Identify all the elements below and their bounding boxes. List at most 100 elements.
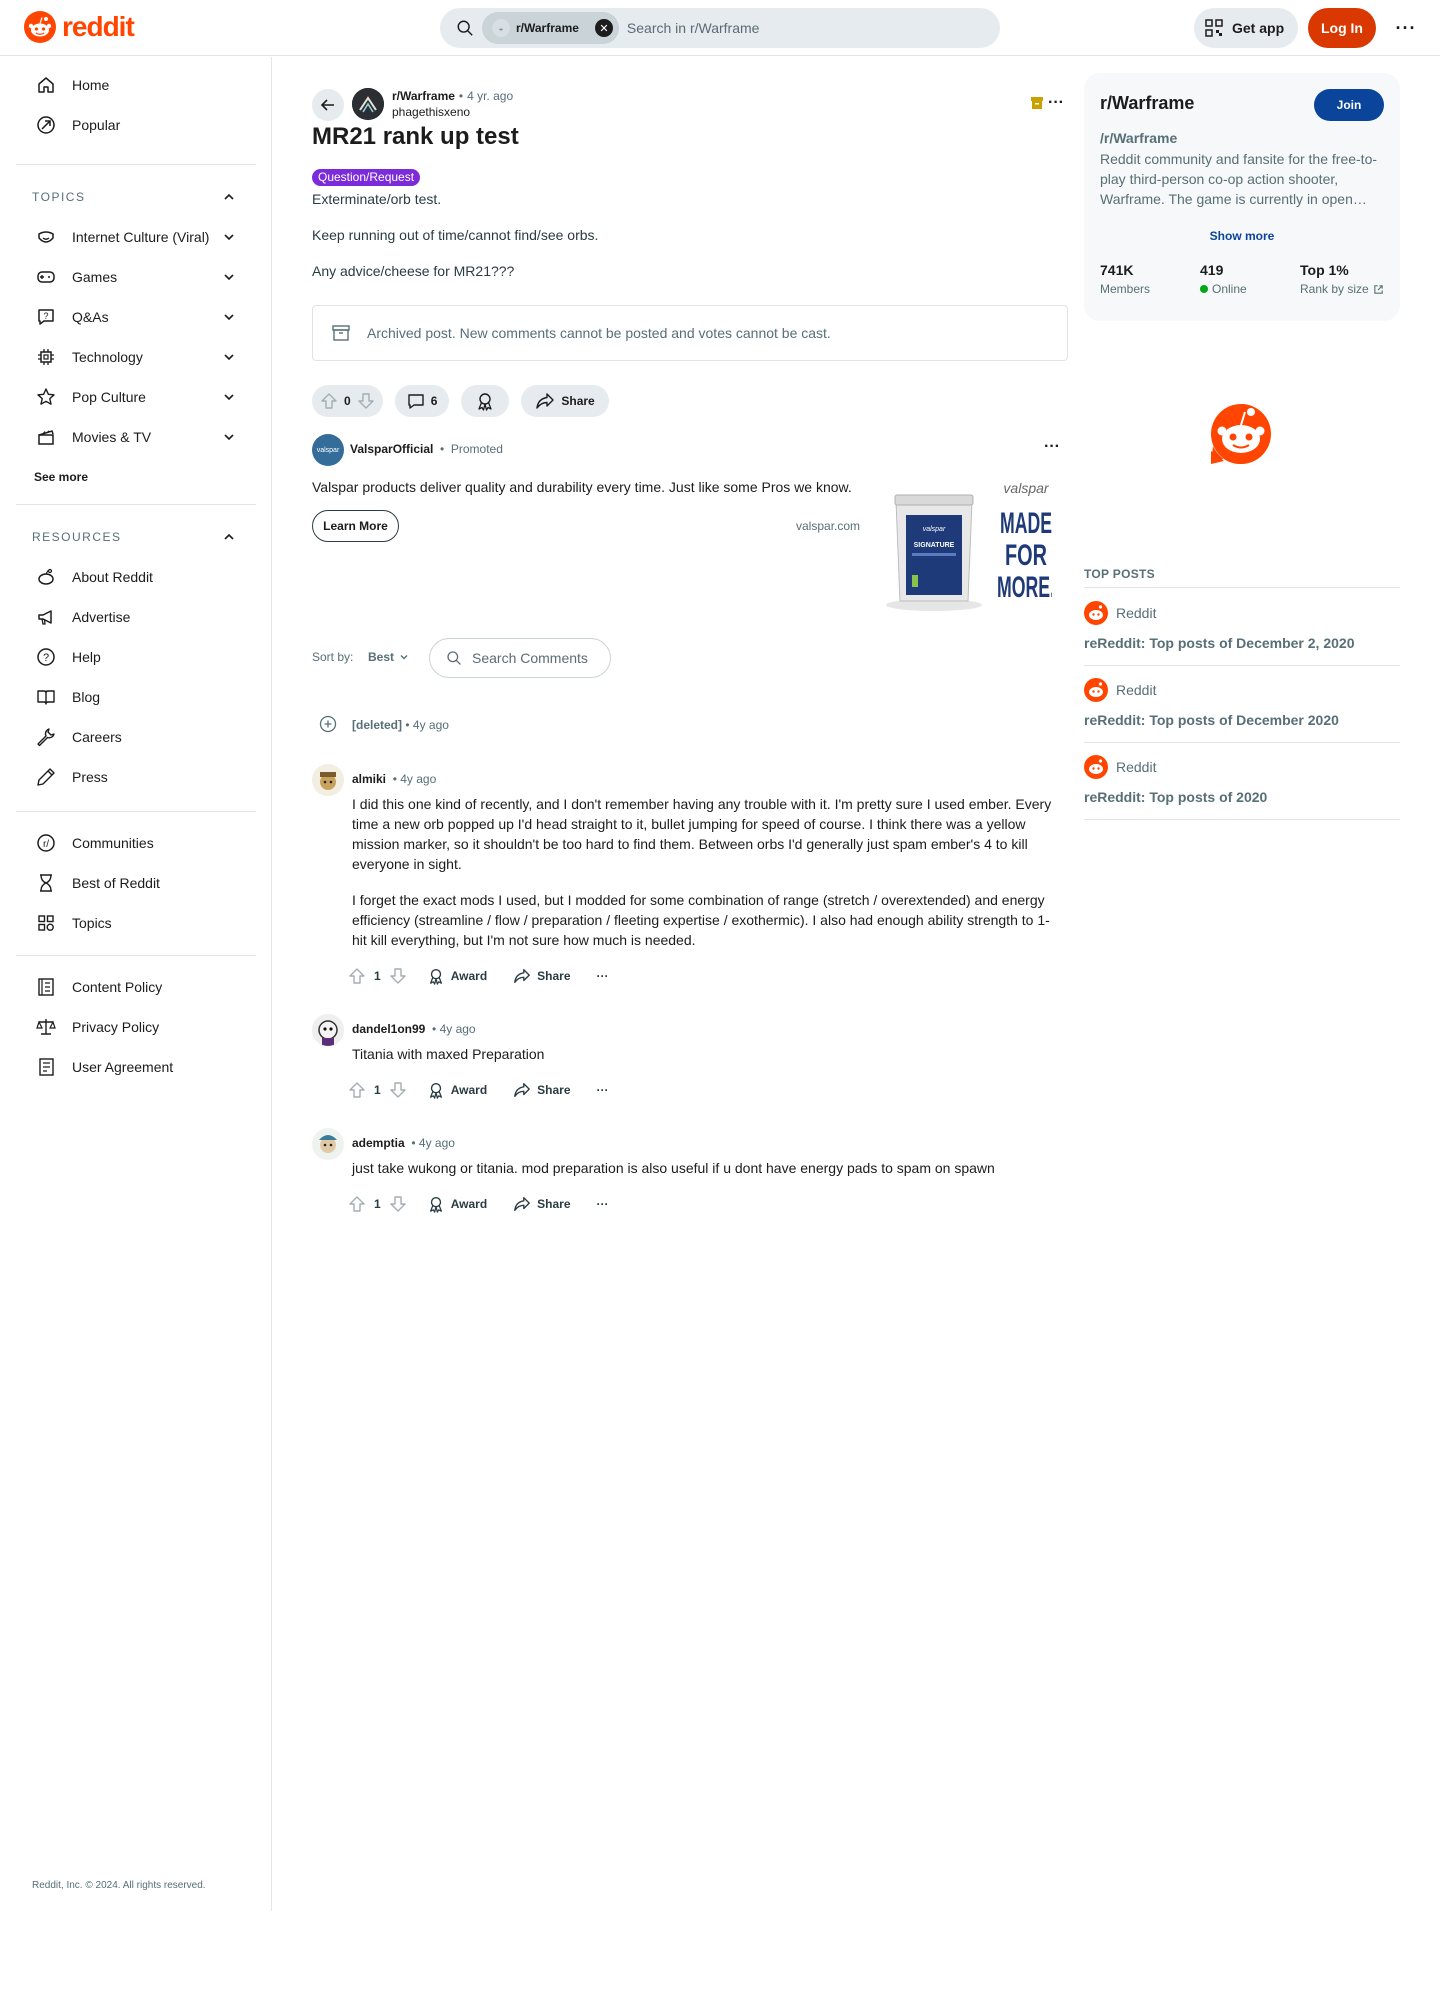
- search-bar[interactable]: ◒ r/Warframe ✕ Search in r/Warframe: [440, 8, 1000, 48]
- megaphone-icon: [38, 610, 52, 625]
- sidebar-item-games[interactable]: Games: [16, 257, 256, 297]
- sidebar-item-movies-tv[interactable]: Movies & TV: [16, 417, 256, 457]
- sidebar-item-label: Home: [72, 77, 110, 93]
- subreddit-link[interactable]: r/Warframe: [392, 89, 455, 103]
- sidebar-item-topics[interactable]: Topics: [16, 903, 256, 943]
- share-button[interactable]: Share: [513, 1081, 571, 1099]
- sidebar-item-popular[interactable]: Popular: [16, 105, 256, 145]
- sidebar-item-label: Technology: [72, 349, 143, 365]
- sidebar-divider: [16, 504, 256, 505]
- search-scope-chip[interactable]: ◒ r/Warframe ✕: [482, 12, 619, 44]
- clear-scope-icon[interactable]: ✕: [594, 19, 613, 37]
- user-avatar-icon: [312, 764, 344, 796]
- ad-more-options-icon[interactable]: ···: [1044, 438, 1060, 456]
- avatar[interactable]: [312, 764, 344, 796]
- get-app-button[interactable]: Get app: [1194, 8, 1299, 48]
- topics-section-toggle[interactable]: TOPICS: [16, 177, 256, 217]
- post-title: MR21 rank up test: [312, 123, 519, 150]
- award-button[interactable]: [461, 385, 510, 417]
- see-more-topics-button[interactable]: See more: [34, 470, 88, 484]
- comment-more-options-icon[interactable]: ···: [597, 969, 609, 983]
- sidebar-item-communities[interactable]: r/ Communities: [16, 823, 256, 863]
- sidebar-item-privacy-policy[interactable]: Privacy Policy: [16, 1007, 256, 1047]
- sidebar-item-user-agreement[interactable]: User Agreement: [16, 1047, 256, 1087]
- sidebar-item-press[interactable]: Press: [16, 757, 256, 797]
- resources-section-toggle[interactable]: RESOURCES: [16, 517, 256, 557]
- comment-more-options-icon[interactable]: ···: [597, 1083, 609, 1097]
- top-post-title[interactable]: reReddit: Top posts of December 2020: [1084, 712, 1400, 728]
- chevron-down-icon: [224, 394, 234, 401]
- log-in-button[interactable]: Log In: [1308, 8, 1376, 48]
- top-post-item[interactable]: Reddit reReddit: Top posts of December 2…: [1084, 678, 1400, 728]
- deleted-comment: [deleted] • 4y ago: [352, 718, 449, 732]
- sort-dropdown[interactable]: Best: [368, 650, 410, 664]
- avatar[interactable]: [312, 1128, 344, 1160]
- share-button[interactable]: Share: [521, 385, 609, 417]
- top-post-source: Reddit: [1116, 682, 1157, 698]
- top-post-title[interactable]: reReddit: Top posts of 2020: [1084, 789, 1400, 805]
- sidebar-item-careers[interactable]: Careers: [16, 717, 256, 757]
- subreddit-card-title[interactable]: r/Warframe: [1100, 93, 1194, 114]
- sidebar-item-blog[interactable]: Blog: [16, 677, 256, 717]
- sidebar-item-internet-culture[interactable]: Internet Culture (Viral): [16, 217, 256, 257]
- subreddit-avatar[interactable]: [352, 88, 384, 120]
- award-button[interactable]: Award: [427, 1195, 487, 1213]
- upvote-icon[interactable]: [348, 967, 366, 985]
- search-comments-input[interactable]: Search Comments: [429, 638, 611, 678]
- downvote-icon[interactable]: [389, 1081, 407, 1099]
- top-post-item[interactable]: Reddit reReddit: Top posts of December 2…: [1084, 601, 1400, 651]
- rank-stat[interactable]: Top 1% Rank by size: [1300, 262, 1384, 296]
- join-button[interactable]: Join: [1314, 89, 1384, 121]
- sidebar-item-qas[interactable]: ? Q&As: [16, 297, 256, 337]
- ad-image[interactable]: valspar SIGNATURE valspar MADE FOR MORE.: [876, 481, 1052, 613]
- award-button[interactable]: Award: [427, 967, 487, 985]
- post-more-options-icon[interactable]: ···: [1048, 94, 1064, 112]
- comment-actions: 1 Award Share ···: [348, 1080, 635, 1100]
- award-button[interactable]: Award: [427, 1081, 487, 1099]
- more-options-icon[interactable]: ···: [1386, 8, 1426, 48]
- avatar[interactable]: [312, 1014, 344, 1046]
- expand-thread-icon[interactable]: [318, 714, 338, 734]
- stat-label: Online: [1212, 282, 1247, 296]
- learn-more-button[interactable]: Learn More: [312, 510, 399, 542]
- comment-author[interactable]: almiki: [352, 772, 386, 786]
- comment-paragraph: I forget the exact mods I used, but I mo…: [352, 892, 1050, 948]
- share-button[interactable]: Share: [513, 1195, 571, 1213]
- downvote-icon[interactable]: [389, 967, 407, 985]
- ad-domain[interactable]: valspar.com: [796, 519, 860, 533]
- sidebar-item-advertise[interactable]: Advertise: [16, 597, 256, 637]
- post-flair[interactable]: Question/Request: [312, 169, 421, 186]
- post-author[interactable]: phagethisxeno: [392, 105, 470, 119]
- back-button[interactable]: [312, 89, 344, 121]
- ad-slogan-line: MADE: [1000, 507, 1052, 540]
- sidebar-item-label: User Agreement: [72, 1059, 174, 1075]
- sidebar-item-home[interactable]: Home: [16, 65, 256, 105]
- advertiser-name[interactable]: ValsparOfficial: [350, 442, 433, 456]
- top-post-source: Reddit: [1116, 605, 1157, 621]
- archived-notice-text: Archived post. New comments cannot be po…: [367, 325, 831, 341]
- advertiser-avatar[interactable]: valspar: [312, 434, 344, 466]
- search-input[interactable]: Search in r/Warframe: [627, 20, 760, 36]
- upvote-icon[interactable]: [348, 1195, 366, 1213]
- upvote-icon[interactable]: [348, 1081, 366, 1099]
- upvote-icon[interactable]: [320, 392, 338, 410]
- top-post-title[interactable]: reReddit: Top posts of December 2, 2020: [1084, 635, 1400, 651]
- comment-more-options-icon[interactable]: ···: [597, 1197, 609, 1211]
- top-post-item[interactable]: Reddit reReddit: Top posts of 2020: [1084, 755, 1400, 805]
- comment-author[interactable]: ademptia: [352, 1136, 405, 1150]
- sidebar-item-content-policy[interactable]: Content Policy: [16, 967, 256, 1007]
- comment-paragraph: I did this one kind of recently, and I d…: [352, 796, 1052, 872]
- show-more-button[interactable]: Show more: [1084, 229, 1400, 243]
- share-button[interactable]: Share: [513, 967, 571, 985]
- comment-time: • 4y ago: [405, 718, 449, 732]
- downvote-icon[interactable]: [389, 1195, 407, 1213]
- reddit-logo[interactable]: reddit: [24, 11, 135, 43]
- sidebar-item-technology[interactable]: Technology: [16, 337, 256, 377]
- sidebar-item-best-of-reddit[interactable]: Best of Reddit: [16, 863, 256, 903]
- comment-author[interactable]: dandel1on99: [352, 1022, 425, 1036]
- sidebar-item-help[interactable]: ? Help: [16, 637, 256, 677]
- sidebar-item-pop-culture[interactable]: Pop Culture: [16, 377, 256, 417]
- sidebar-item-about-reddit[interactable]: About Reddit: [16, 557, 256, 597]
- downvote-icon[interactable]: [357, 392, 375, 410]
- comments-button[interactable]: 6: [394, 385, 450, 417]
